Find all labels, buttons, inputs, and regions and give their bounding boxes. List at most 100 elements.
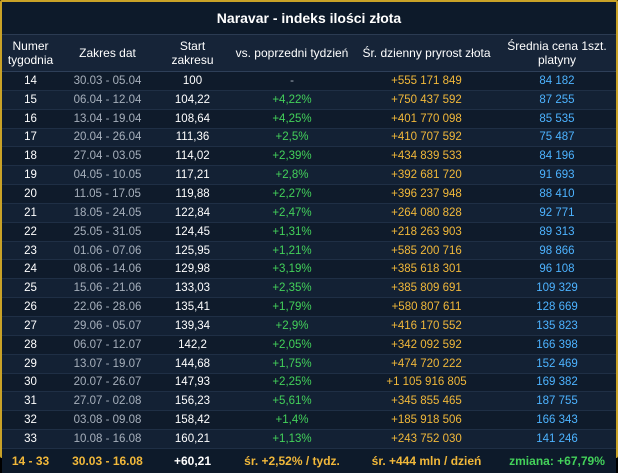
cell-growth: +218 263 903 bbox=[355, 222, 498, 242]
table-header: Numer tygodnia Zakres dat Start zakresu … bbox=[2, 35, 616, 72]
cell-week: 19 bbox=[2, 165, 59, 186]
table-row: 32 03.08 - 09.08 158,42 +1,4% +185 918 506 16… bbox=[2, 410, 616, 431]
summary-range: 30.03 - 16.08 bbox=[59, 447, 156, 473]
cell-start: 147,93 bbox=[156, 373, 229, 393]
cell-range: 18.05 - 24.05 bbox=[59, 203, 156, 223]
cell-start: 111,36 bbox=[156, 128, 229, 148]
cell-growth: +396 237 948 bbox=[355, 184, 498, 204]
summary-start: +60,21 bbox=[156, 447, 229, 473]
cell-price: 96 108 bbox=[498, 259, 616, 280]
cell-week: 30 bbox=[2, 373, 59, 393]
header-range: Zakres dat bbox=[59, 35, 156, 72]
table-row: 21 18.05 - 24.05 122,84 +2,47% +264 080 828 9… bbox=[2, 203, 616, 223]
cell-week: 21 bbox=[2, 203, 59, 223]
cell-start: 133,03 bbox=[156, 278, 229, 299]
cell-growth: +392 681 720 bbox=[355, 165, 498, 186]
cell-change: +4,22% bbox=[229, 90, 355, 110]
cell-range: 04.05 - 10.05 bbox=[59, 165, 156, 186]
cell-range: 11.05 - 17.05 bbox=[59, 184, 156, 204]
table-row: 20 11.05 - 17.05 119,88 +2,27% +396 237 948 8… bbox=[2, 184, 616, 204]
table-row: 25 15.06 - 21.06 133,03 +2,35% +385 809 691 1… bbox=[2, 278, 616, 299]
cell-start: 124,45 bbox=[156, 222, 229, 242]
cell-price: 109 329 bbox=[498, 278, 616, 299]
cell-price: 98 866 bbox=[498, 241, 616, 261]
cell-start: 142,2 bbox=[156, 335, 229, 355]
cell-week: 25 bbox=[2, 278, 59, 299]
cell-price: 135 823 bbox=[498, 316, 616, 336]
cell-growth: +385 618 301 bbox=[355, 259, 498, 280]
cell-start: 100 bbox=[156, 71, 229, 91]
gold-index-panel: Naravar - indeks ilości złota Numer tygo… bbox=[0, 0, 618, 473]
header-growth: Śr. dzienny pryrost złota bbox=[355, 35, 498, 72]
header-price: Średnia cena 1szt. platyny bbox=[498, 35, 616, 72]
cell-price: 169 382 bbox=[498, 373, 616, 393]
cell-start: 144,68 bbox=[156, 354, 229, 374]
cell-growth: +385 809 691 bbox=[355, 278, 498, 299]
cell-range: 03.08 - 09.08 bbox=[59, 410, 156, 431]
cell-price: 91 693 bbox=[498, 165, 616, 186]
cell-range: 30.03 - 05.04 bbox=[59, 71, 156, 91]
cell-change: +1,31% bbox=[229, 222, 355, 242]
header-start: Start zakresu bbox=[156, 35, 229, 72]
cell-change: +2,35% bbox=[229, 278, 355, 299]
cell-week: 22 bbox=[2, 222, 59, 242]
cell-start: 117,21 bbox=[156, 165, 229, 186]
cell-growth: +555 171 849 bbox=[355, 71, 498, 91]
cell-week: 20 bbox=[2, 184, 59, 204]
cell-price: 92 771 bbox=[498, 203, 616, 223]
cell-change: +2,5% bbox=[229, 128, 355, 148]
summary-week: 14 - 33 bbox=[2, 447, 59, 473]
cell-price: 128 669 bbox=[498, 297, 616, 317]
cell-week: 15 bbox=[2, 90, 59, 110]
cell-range: 13.07 - 19.07 bbox=[59, 354, 156, 374]
cell-week: 31 bbox=[2, 391, 59, 412]
cell-growth: +585 200 716 bbox=[355, 241, 498, 261]
cell-range: 27.04 - 03.05 bbox=[59, 146, 156, 167]
cell-start: 129,98 bbox=[156, 259, 229, 280]
cell-price: 75 487 bbox=[498, 128, 616, 148]
cell-range: 20.04 - 26.04 bbox=[59, 128, 156, 148]
cell-week: 17 bbox=[2, 128, 59, 148]
cell-week: 29 bbox=[2, 354, 59, 374]
cell-growth: +345 855 465 bbox=[355, 391, 498, 412]
cell-price: 152 469 bbox=[498, 354, 616, 374]
table-row: 28 06.07 - 12.07 142,2 +2,05% +342 092 592 16… bbox=[2, 335, 616, 355]
cell-start: 160,21 bbox=[156, 429, 229, 449]
cell-start: 119,88 bbox=[156, 184, 229, 204]
cell-price: 85 535 bbox=[498, 109, 616, 129]
table-row: 30 20.07 - 26.07 147,93 +2,25% +1 105 916 80… bbox=[2, 373, 616, 393]
cell-start: 114,02 bbox=[156, 146, 229, 167]
cell-change: +1,21% bbox=[229, 241, 355, 261]
cell-price: 166 343 bbox=[498, 410, 616, 431]
table-row: 24 08.06 - 14.06 129,98 +3,19% +385 618 301 9… bbox=[2, 259, 616, 280]
header-change: vs. poprzedni tydzień bbox=[229, 35, 355, 72]
table-row: 16 13.04 - 19.04 108,64 +4,25% +401 770 098 8… bbox=[2, 109, 616, 129]
cell-week: 23 bbox=[2, 241, 59, 261]
cell-range: 15.06 - 21.06 bbox=[59, 278, 156, 299]
cell-week: 26 bbox=[2, 297, 59, 317]
summary-row: 14 - 33 30.03 - 16.08 +60,21 śr. +2,52% … bbox=[2, 447, 616, 473]
cell-change: +1,4% bbox=[229, 410, 355, 431]
cell-week: 27 bbox=[2, 316, 59, 336]
cell-change: +2,9% bbox=[229, 316, 355, 336]
cell-growth: +264 080 828 bbox=[355, 203, 498, 223]
cell-range: 29.06 - 05.07 bbox=[59, 316, 156, 336]
cell-range: 06.07 - 12.07 bbox=[59, 335, 156, 355]
cell-growth: +401 770 098 bbox=[355, 109, 498, 129]
summary-growth: śr. +444 mln / dzień bbox=[355, 447, 498, 473]
table-summary: 14 - 33 30.03 - 16.08 +60,21 śr. +2,52% … bbox=[2, 447, 616, 473]
cell-growth: +1 105 916 805 bbox=[355, 373, 498, 393]
cell-change: - bbox=[229, 71, 355, 91]
cell-price: 88 410 bbox=[498, 184, 616, 204]
cell-growth: +474 720 222 bbox=[355, 354, 498, 374]
cell-change: +2,39% bbox=[229, 146, 355, 167]
cell-week: 33 bbox=[2, 429, 59, 449]
cell-growth: +434 839 533 bbox=[355, 146, 498, 167]
header-week: Numer tygodnia bbox=[2, 35, 59, 72]
table-row: 15 06.04 - 12.04 104,22 +4,22% +750 437 592 8… bbox=[2, 90, 616, 110]
gold-index-table: Numer tygodnia Zakres dat Start zakresu … bbox=[2, 35, 616, 473]
cell-change: +1,13% bbox=[229, 429, 355, 449]
cell-start: 139,34 bbox=[156, 316, 229, 336]
table-row: 31 27.07 - 02.08 156,23 +5,61% +345 855 465 1… bbox=[2, 391, 616, 412]
cell-change: +2,47% bbox=[229, 203, 355, 223]
